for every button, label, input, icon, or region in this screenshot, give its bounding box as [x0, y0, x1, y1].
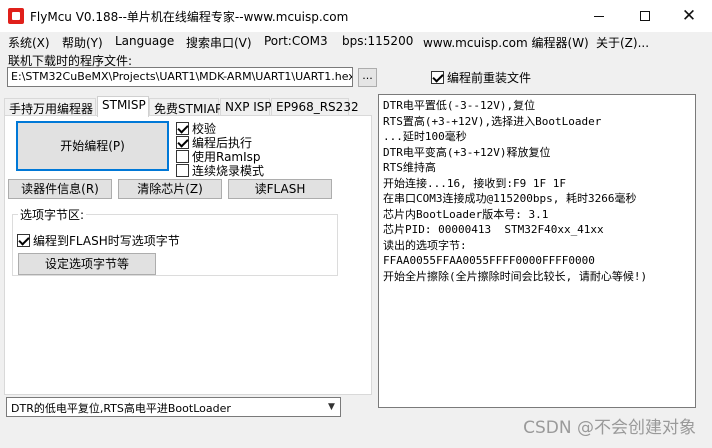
window-title: FlyMcu V0.188--单片机在线编程专家--www.mcuisp.com [30, 10, 349, 24]
browse-button[interactable]: ... [358, 68, 377, 87]
tab-handheld-programmer[interactable]: 手持万用编程器 [4, 98, 96, 116]
menu-baud-rate[interactable]: bps:115200 [342, 34, 413, 48]
reload-file-label: 编程前重装文件 [447, 71, 532, 85]
write-option-bytes-checkbox[interactable] [17, 234, 30, 247]
close-icon: ✕ [681, 6, 697, 26]
chevron-down-icon[interactable]: ▼ [323, 398, 340, 416]
log-line: 读出的选项字节: [383, 238, 467, 252]
option-bytes-group: 选项字节区: 编程到FLASH时写选项字节 设定选项字节等 [12, 206, 338, 276]
menu-about[interactable]: 关于(Z)... [596, 34, 649, 51]
log-scrollbar[interactable] [696, 94, 712, 408]
reset-mode-select[interactable]: DTR的低电平复位,RTS高电平进BootLoader ▼ [6, 397, 341, 417]
stmisp-panel: 开始编程(P) 校验 编程后执行 使用RamIsp 连续烧录模式 读器件信息(R… [4, 115, 372, 395]
continuous-burn-option[interactable]: 连续烧录模式 [176, 162, 264, 179]
maximize-icon [640, 11, 650, 21]
hex-file-path-input[interactable]: E:\STM32CuBeMX\Projects\UART1\MDK-ARM\UA… [7, 67, 353, 87]
log-line: FFAA0055FFAA0055FFFF0000FFFF0000 [383, 254, 595, 267]
log-line: DTR电平置低(-3--12V),复位 [383, 99, 536, 112]
menu-bar: 系统(X) 帮助(Y) Language 搜索串口(V) Port:COM3 b… [0, 33, 712, 51]
flymcu-app-icon [8, 8, 24, 24]
continuous-burn-label: 连续烧录模式 [192, 164, 265, 178]
tab-ep968-rs232[interactable]: EP968_RS232 [271, 98, 359, 116]
menu-system[interactable]: 系统(X) [8, 34, 50, 51]
log-line: DTR电平变高(+3-+12V)释放复位 [383, 145, 551, 159]
log-line: 芯片内BootLoader版本号: 3.1 [383, 207, 549, 221]
log-line: RTS维持高 [383, 161, 436, 174]
log-line: 在串口COM3连接成功@115200bps, 耗时3266毫秒 [383, 192, 637, 205]
maximize-button[interactable] [622, 0, 668, 32]
continuous-burn-checkbox[interactable] [176, 164, 189, 177]
log-output: DTR电平置低(-3--12V),复位 RTS置高(+3-+12V),选择进入B… [378, 94, 696, 408]
option-bytes-title: 选项字节区: [18, 206, 87, 223]
log-line: 芯片PID: 00000413 STM32F40xx_41xx [383, 223, 604, 236]
start-programming-button[interactable]: 开始编程(P) [16, 121, 169, 171]
close-button[interactable]: ✕ [666, 0, 712, 32]
minimize-icon [594, 15, 604, 17]
log-line: ...延时100毫秒 [383, 130, 467, 143]
read-device-info-button[interactable]: 读器件信息(R) [8, 179, 112, 199]
menu-search-port[interactable]: 搜索串口(V) [186, 34, 252, 51]
write-option-bytes-label: 编程到FLASH时写选项字节 [33, 234, 180, 248]
log-line: 开始连接...16, 接收到:F9 1F 1F [383, 176, 566, 190]
reload-file-option[interactable]: 编程前重装文件 [431, 69, 531, 86]
title-bar: FlyMcu V0.188--单片机在线编程专家--www.mcuisp.com… [0, 0, 712, 32]
reset-mode-value: DTR的低电平复位,RTS高电平进BootLoader [11, 402, 231, 415]
tab-nxp-isp[interactable]: NXP ISP [220, 98, 272, 116]
reload-file-checkbox[interactable] [431, 71, 444, 84]
set-option-bytes-button[interactable]: 设定选项字节等 [18, 253, 156, 275]
tab-free-stmiap[interactable]: 免费STMIAP [149, 98, 222, 116]
log-line: RTS置高(+3-+12V),选择进入BootLoader [383, 114, 602, 128]
minimize-button[interactable] [576, 0, 622, 32]
log-line: 开始全片擦除(全片擦除时间会比较长, 请耐心等候!) [383, 269, 648, 283]
watermark: CSDN @不会创建对象 [523, 418, 696, 438]
tab-stmisp[interactable]: STMISP [97, 96, 149, 117]
write-option-bytes-option[interactable]: 编程到FLASH时写选项字节 [17, 232, 180, 249]
menu-port[interactable]: Port:COM3 [264, 34, 328, 48]
read-flash-button[interactable]: 读FLASH [228, 179, 332, 199]
menu-help[interactable]: 帮助(Y) [62, 34, 103, 51]
erase-chip-button[interactable]: 清除芯片(Z) [118, 179, 222, 199]
menu-language[interactable]: Language [115, 34, 174, 48]
menu-programmer[interactable]: www.mcuisp.com 编程器(W) [423, 34, 589, 51]
